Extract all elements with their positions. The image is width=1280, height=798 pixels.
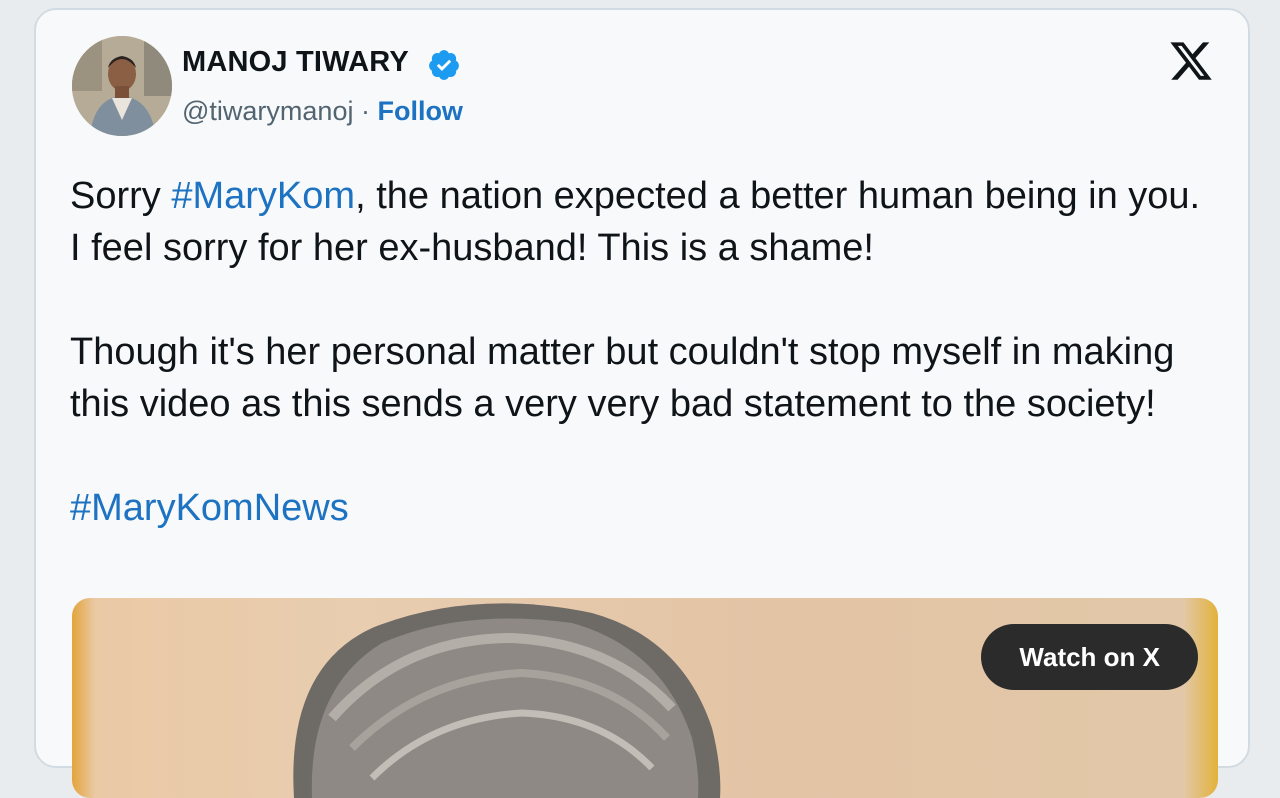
- tweet-paragraph-1: Sorry #MaryKom, the nation expected a be…: [70, 170, 1220, 274]
- video-thumbnail[interactable]: Watch on X: [72, 598, 1218, 798]
- separator-dot: ·: [353, 96, 378, 126]
- tweet-text-segment: Sorry: [70, 175, 172, 217]
- watch-on-x-button[interactable]: Watch on X: [981, 624, 1198, 690]
- x-logo-icon[interactable]: [1168, 38, 1214, 84]
- tweet-text: Sorry #MaryKom, the nation expected a be…: [70, 170, 1220, 586]
- hashtag-marykomnews[interactable]: #MaryKomNews: [70, 487, 349, 529]
- author-handle[interactable]: @tiwarymanoj: [182, 96, 353, 126]
- handle-row: @tiwarymanoj · Follow: [182, 96, 463, 127]
- author-name[interactable]: MANOJ TIWARY: [182, 46, 409, 79]
- avatar[interactable]: [72, 36, 172, 136]
- verified-badge-icon: [429, 50, 459, 80]
- tweet-paragraph-3: #MaryKomNews: [70, 482, 1220, 534]
- follow-link[interactable]: Follow: [377, 96, 462, 126]
- tweet-paragraph-2: Though it's her personal matter but coul…: [70, 331, 1175, 425]
- hashtag-marykom[interactable]: #MaryKom: [171, 175, 355, 217]
- tweet-card[interactable]: MANOJ TIWARY @tiwarymanoj · Follow Sorry…: [34, 8, 1250, 798]
